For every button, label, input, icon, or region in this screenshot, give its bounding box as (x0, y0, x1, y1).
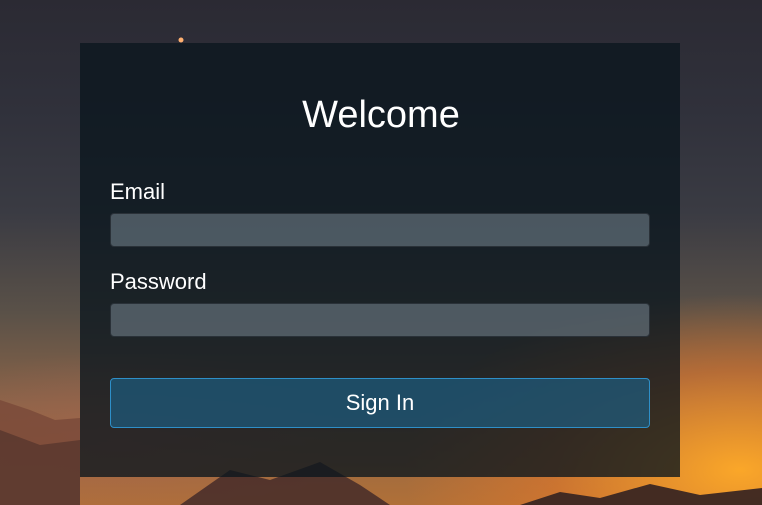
password-label: Password (110, 269, 207, 294)
email-field[interactable] (110, 213, 650, 247)
star (178, 37, 184, 43)
password-field[interactable] (110, 303, 650, 337)
email-label: Email (110, 179, 166, 204)
right-mountain (520, 484, 762, 505)
page-title: Welcome (302, 94, 460, 136)
sign-in-button[interactable]: Sign In (110, 378, 650, 428)
